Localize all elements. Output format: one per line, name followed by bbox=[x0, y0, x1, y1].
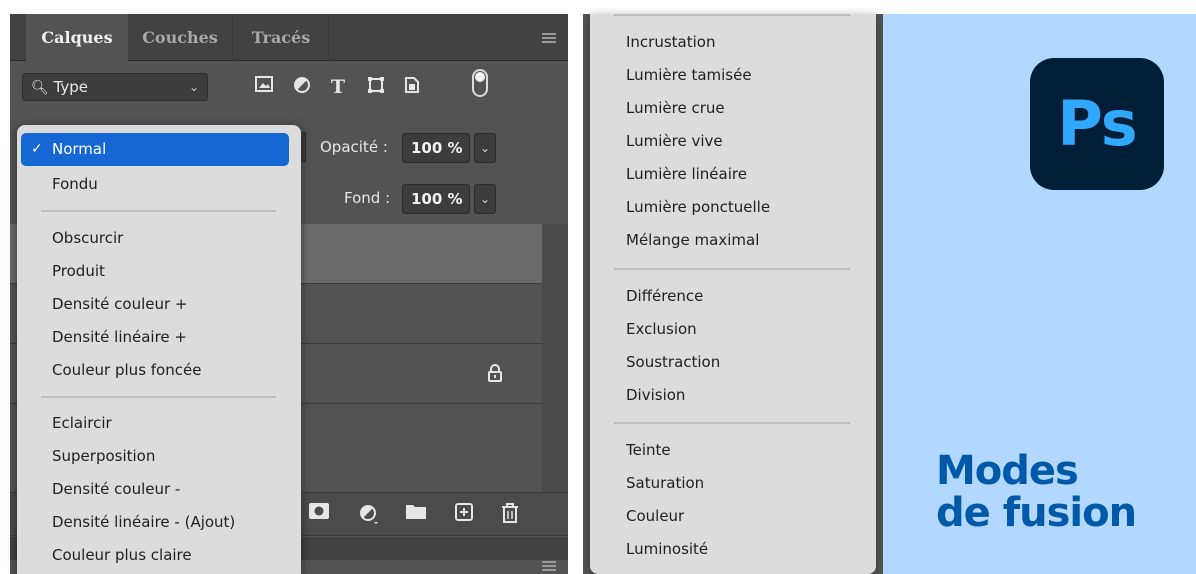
adjustment-layer-icon[interactable] bbox=[357, 503, 381, 531]
menu-item-lumiere-ponctuelle[interactable]: Lumière ponctuelle bbox=[590, 191, 876, 224]
opacity-dropdown-button[interactable]: ⌄ bbox=[474, 133, 496, 163]
menu-item-exclusion[interactable]: Exclusion bbox=[590, 313, 876, 346]
menu-item-teinte[interactable]: Teinte bbox=[590, 434, 876, 467]
menu-separator bbox=[41, 210, 276, 212]
fill-label: Fond : bbox=[344, 189, 391, 207]
search-icon: 🔍︎ bbox=[31, 80, 49, 96]
menu-item-densite-couleur-moins[interactable]: Densité couleur - bbox=[17, 473, 301, 506]
menu-item-melange-maximal[interactable]: Mélange maximal bbox=[590, 224, 876, 257]
folder-icon[interactable] bbox=[404, 503, 428, 525]
menu-separator bbox=[41, 396, 276, 398]
menu-item-densite-lineaire-plus[interactable]: Densité linéaire + bbox=[17, 321, 301, 354]
menu-item-couleur[interactable]: Couleur bbox=[590, 500, 876, 533]
menu-item-lumiere-vive[interactable]: Lumière vive bbox=[590, 125, 876, 158]
menu-item-lumiere-crue[interactable]: Lumière crue bbox=[590, 92, 876, 125]
panel-menu-icon[interactable] bbox=[542, 561, 556, 571]
panel-tab-bar: Calques Couches Tracés bbox=[10, 14, 568, 61]
menu-item-lumiere-lineaire[interactable]: Lumière linéaire bbox=[590, 158, 876, 191]
menu-item-difference[interactable]: Différence bbox=[590, 280, 876, 313]
shape-filter-icon[interactable] bbox=[364, 76, 388, 100]
menu-item-fondu[interactable]: Fondu bbox=[17, 168, 301, 201]
panel-menu-icon[interactable] bbox=[542, 33, 556, 43]
menu-item-superposition[interactable]: Superposition bbox=[17, 440, 301, 473]
menu-separator bbox=[614, 14, 850, 16]
tab-calques[interactable]: Calques bbox=[26, 14, 128, 61]
menu-item-luminosite[interactable]: Luminosité bbox=[590, 533, 876, 566]
promo-title-line-1: Modes bbox=[936, 448, 1079, 494]
menu-item-couleur-plus-claire[interactable]: Couleur plus claire bbox=[17, 539, 301, 572]
menu-separator bbox=[614, 422, 850, 424]
menu-item-normal[interactable]: ✓ Normal bbox=[21, 133, 289, 166]
trash-icon[interactable] bbox=[498, 503, 522, 529]
menu-item-densite-couleur-plus[interactable]: Densité couleur + bbox=[17, 288, 301, 321]
lock-icon bbox=[486, 364, 504, 384]
blend-mode-menu: ✓ Normal Fondu Obscurcir Produit Densité… bbox=[17, 125, 301, 574]
menu-item-produit[interactable]: Produit bbox=[17, 255, 301, 288]
adjustment-filter-icon[interactable] bbox=[290, 76, 314, 100]
menu-item-eclaircir[interactable]: Eclaircir bbox=[17, 407, 301, 440]
menu-item-couleur-plus-foncee[interactable]: Couleur plus foncée bbox=[17, 354, 301, 387]
menu-item-division[interactable]: Division bbox=[590, 379, 876, 412]
photoshop-logo: Ps bbox=[1030, 58, 1164, 190]
promo-title-line-2: de fusion bbox=[936, 490, 1137, 536]
menu-item-label: Normal bbox=[52, 140, 107, 158]
blend-mode-menu-continued: Incrustation Lumière tamisée Lumière cru… bbox=[590, 14, 876, 574]
mask-icon[interactable] bbox=[307, 503, 331, 525]
fill-dropdown-button[interactable]: ⌄ bbox=[474, 184, 496, 214]
new-layer-icon[interactable] bbox=[452, 503, 476, 527]
smart-object-filter-icon[interactable] bbox=[400, 76, 424, 100]
menu-separator bbox=[614, 268, 850, 270]
menu-item-lumiere-tamisee[interactable]: Lumière tamisée bbox=[590, 59, 876, 92]
opacity-input[interactable]: 100 % bbox=[402, 133, 470, 163]
filter-toggle[interactable] bbox=[472, 69, 488, 97]
menu-item-saturation[interactable]: Saturation bbox=[590, 467, 876, 500]
filter-kind-label: Type bbox=[53, 78, 89, 96]
promo-title: Modes de fusion bbox=[936, 448, 1137, 536]
menu-item-soustraction[interactable]: Soustraction bbox=[590, 346, 876, 379]
tab-couches[interactable]: Couches bbox=[128, 14, 233, 61]
checkmark-icon: ✓ bbox=[31, 141, 43, 157]
menu-item-incrustation[interactable]: Incrustation bbox=[590, 26, 876, 59]
filter-kind-select[interactable]: 🔍︎ Type ⌄ bbox=[22, 73, 208, 101]
layers-scrollbar[interactable] bbox=[542, 224, 568, 492]
chevron-down-icon: ⌄ bbox=[188, 80, 199, 94]
fill-input[interactable]: 100 % bbox=[402, 184, 470, 214]
text-filter-icon[interactable]: T bbox=[326, 76, 350, 98]
tab-traces[interactable]: Tracés bbox=[234, 14, 329, 61]
menu-item-obscurcir[interactable]: Obscurcir bbox=[17, 222, 301, 255]
image-filter-icon[interactable] bbox=[252, 76, 276, 98]
opacity-label: Opacité : bbox=[320, 138, 388, 156]
photoshop-logo-text: Ps bbox=[1057, 87, 1137, 160]
menu-item-densite-lineaire-moins[interactable]: Densité linéaire - (Ajout) bbox=[17, 506, 301, 539]
